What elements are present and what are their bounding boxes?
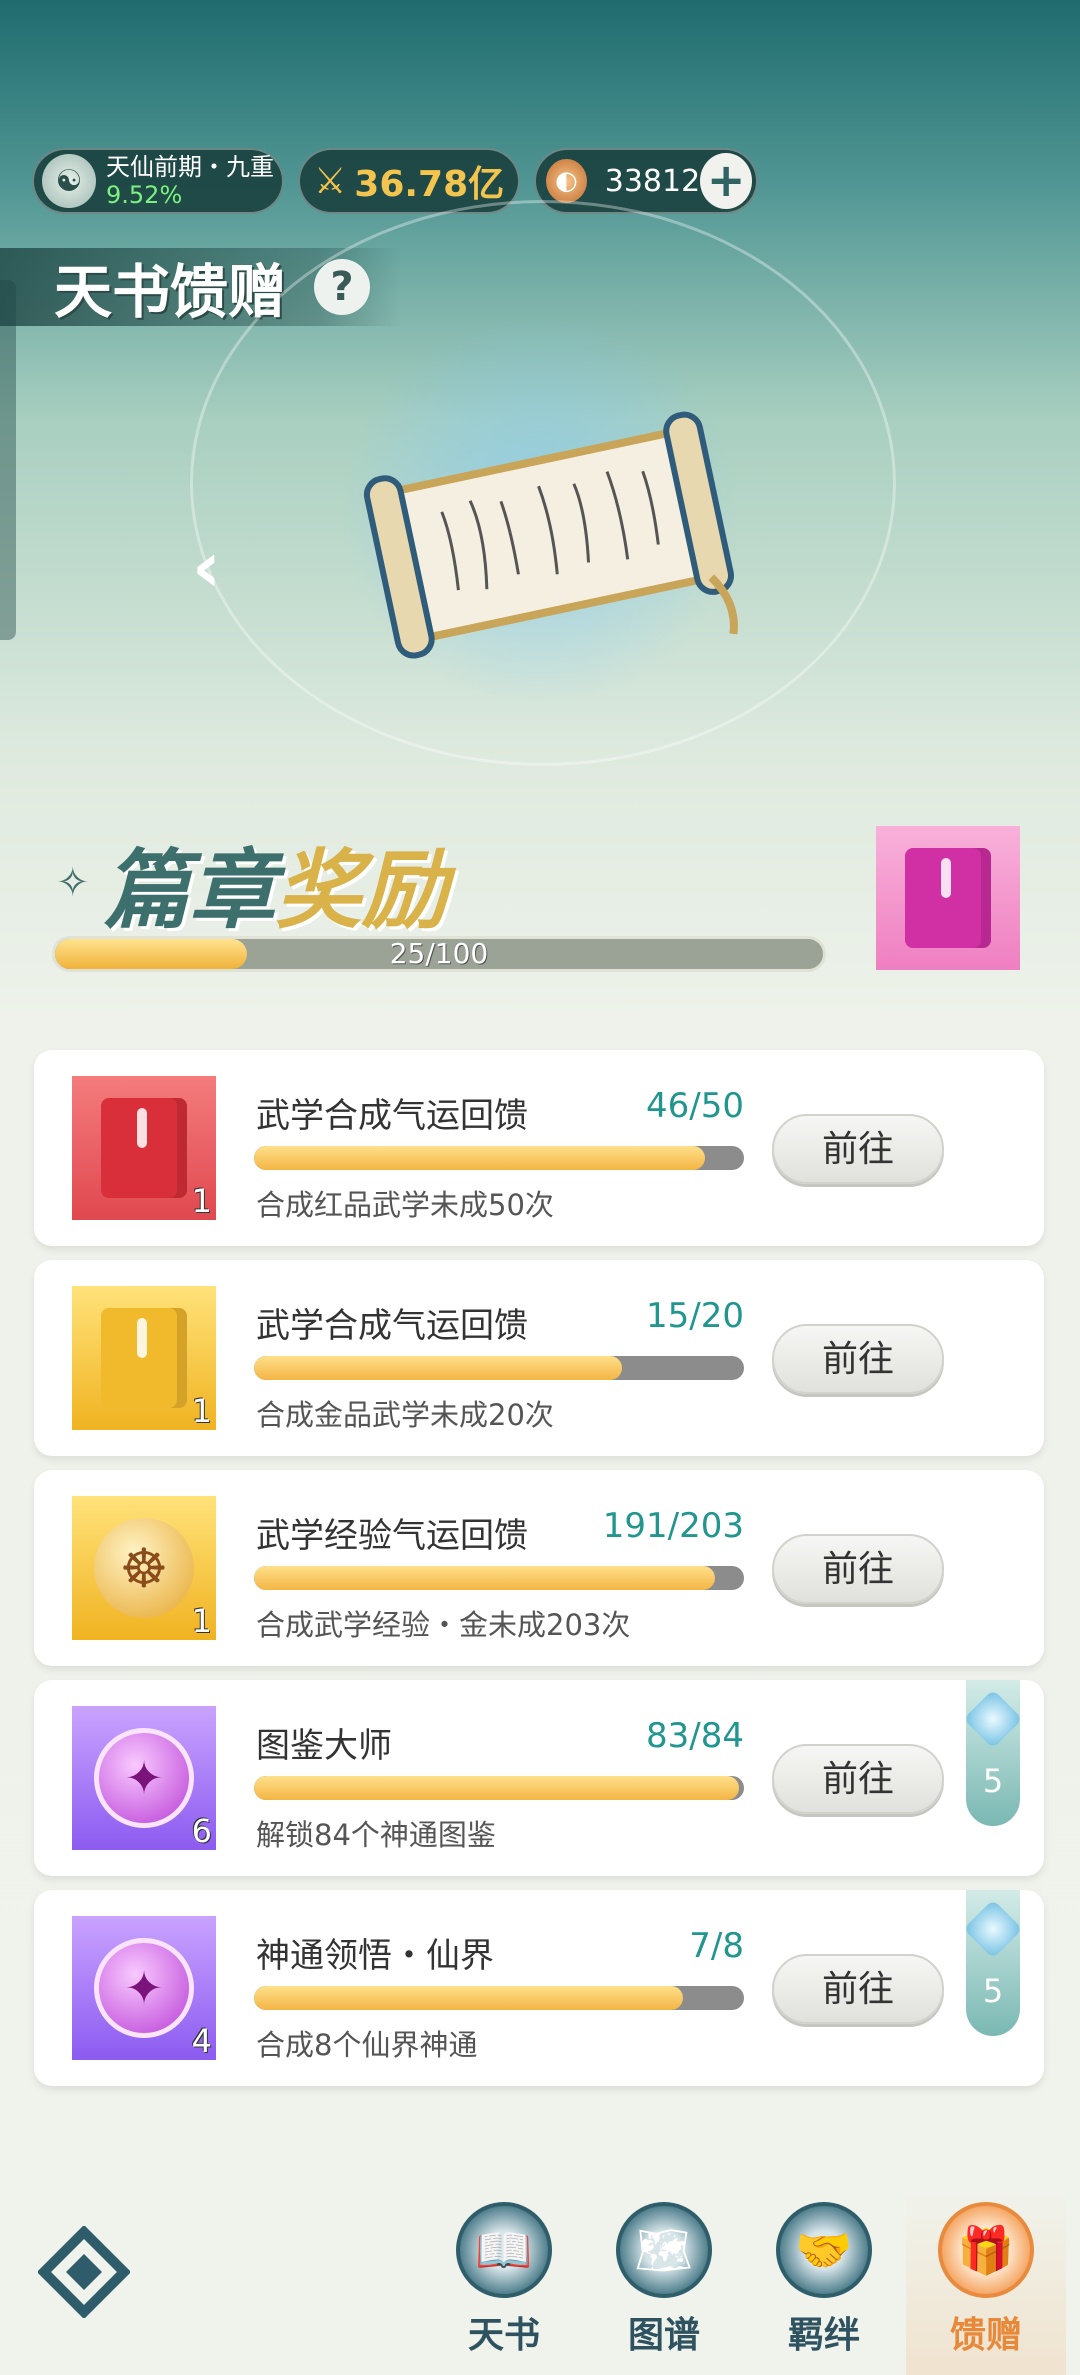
task-progress-bar [254, 1356, 744, 1380]
go-button[interactable]: 前往 [772, 1954, 944, 2024]
chapter-title-part2: 奖励 [275, 841, 448, 941]
go-button[interactable]: 前往 [772, 1744, 944, 1814]
bonus-tag[interactable]: 5 [963, 1680, 1023, 1826]
go-button[interactable]: 前往 [772, 1534, 944, 1604]
purple-orb-icon: ✦ [94, 1728, 194, 1828]
crystal-icon [963, 1689, 1023, 1749]
chapter-reward-title: ✧ 篇章奖励 [56, 820, 448, 945]
crystal-icon [963, 1899, 1023, 1959]
task-card: ✦ 6 图鉴大师 83/84 解锁84个神通图鉴 前往 5 [34, 1680, 1044, 1876]
page-title: 天书馈赠 [54, 258, 287, 326]
task-progress-text: 7/8 [689, 1926, 744, 1966]
task-reward-item[interactable]: 1 [72, 1076, 216, 1220]
scroll-illustration [363, 411, 738, 659]
task-description: 合成红品武学未成50次 [256, 1188, 554, 1222]
go-button[interactable]: 前往 [772, 1324, 944, 1394]
add-currency-button[interactable]: + [700, 153, 752, 209]
reward-count: 6 [191, 1812, 212, 1850]
currency-value: 33812 [604, 163, 701, 199]
reward-count: 1 [191, 1392, 212, 1430]
task-card: 1 武学合成气运回馈 15/20 合成金品武学未成20次 前往 [34, 1260, 1044, 1456]
task-reward-item[interactable]: ✦ 4 [72, 1916, 216, 2060]
task-progress-fill [254, 1776, 740, 1800]
task-name: 神通领悟・仙界 [256, 1936, 494, 1976]
task-progress-text: 83/84 [646, 1716, 744, 1756]
crossed-swords-icon: ⚔ [314, 160, 347, 202]
power-value: 36.78亿 [354, 164, 505, 205]
gold-orb-icon: ☸ [94, 1518, 194, 1618]
task-card: ✦ 4 神通领悟・仙界 7/8 合成8个仙界神通 前往 5 [34, 1890, 1044, 2086]
task-progress-bar [254, 1776, 744, 1800]
task-card: ☸ 1 武学经验气运回馈 191/203 合成武学经验・金未成203次 前往 [34, 1470, 1044, 1666]
tab-tupu[interactable]: 🗺 图谱 [584, 2190, 744, 2375]
task-reward-item[interactable]: 1 [72, 1286, 216, 1430]
bonus-count: 5 [982, 1762, 1004, 1800]
task-progress-fill [254, 1356, 622, 1380]
reward-count: 1 [191, 1602, 212, 1640]
task-progress-fill [254, 1146, 705, 1170]
purple-orb-icon: ✦ [94, 1938, 194, 2038]
task-progress-text: 46/50 [646, 1086, 744, 1126]
task-progress-bar [254, 1146, 744, 1170]
menu-logo-icon[interactable] [38, 2226, 130, 2318]
gold-book-icon [101, 1308, 187, 1408]
sparkle-icon: ✧ [56, 859, 90, 906]
task-reward-item[interactable]: ☸ 1 [72, 1496, 216, 1640]
task-progress-text: 15/20 [646, 1296, 744, 1336]
tab-tianshu[interactable]: 📖 天书 [424, 2190, 584, 2375]
realm-progress: 9.52% [106, 181, 183, 209]
reward-count: 4 [191, 2022, 212, 2060]
side-drawer-handle[interactable] [0, 280, 16, 640]
bonus-count: 5 [982, 1972, 1004, 2010]
previous-arrow-icon[interactable]: ‹ [192, 526, 221, 608]
bonus-tag[interactable]: 5 [963, 1890, 1023, 2036]
task-reward-item[interactable]: ✦ 6 [72, 1706, 216, 1850]
atlas-icon: 🗺 [616, 2202, 712, 2298]
avatar: ☯ [42, 154, 96, 208]
task-description: 合成8个仙界神通 [256, 2028, 478, 2062]
chapter-reward-item[interactable] [876, 826, 1020, 970]
task-name: 武学合成气运回馈 [256, 1306, 528, 1346]
task-progress-bar [254, 1986, 744, 2010]
reward-count: 1 [191, 1182, 212, 1220]
task-description: 解锁84个神通图鉴 [256, 1818, 496, 1852]
task-progress-fill [254, 1566, 715, 1590]
tab-label-tianshu: 天书 [467, 2315, 540, 2356]
coin-icon: ◐ [546, 159, 587, 203]
tab-kuizeng[interactable]: 🎁 馈赠 [906, 2190, 1066, 2375]
tab-label-tupu: 图谱 [627, 2315, 700, 2356]
book-icon: 📖 [456, 2202, 552, 2298]
chapter-title-part1: 篇章 [103, 841, 276, 941]
task-description: 合成武学经验・金未成203次 [256, 1608, 631, 1642]
realm-indicator[interactable]: ☯ 天仙前期・九重 9.52% [32, 148, 284, 214]
realm-name: 天仙前期・九重 [106, 153, 274, 181]
tab-label-jiban: 羁绊 [787, 2315, 860, 2356]
handshake-icon: 🤝 [776, 2202, 872, 2298]
task-description: 合成金品武学未成20次 [256, 1398, 554, 1432]
task-name: 图鉴大师 [256, 1726, 392, 1766]
status-bar: ☯ 天仙前期・九重 9.52% ⚔ 36.78亿 ◐ 33812 + [32, 148, 758, 214]
task-name: 武学经验气运回馈 [256, 1516, 528, 1556]
task-progress-fill [254, 1986, 683, 2010]
task-progress-bar [254, 1566, 744, 1590]
chapter-progress-label: 25/100 [389, 937, 489, 970]
go-button[interactable]: 前往 [772, 1114, 944, 1184]
gift-bag-icon: 🎁 [938, 2202, 1034, 2298]
tab-label-kuizeng: 馈赠 [949, 2315, 1022, 2356]
pink-book-icon [905, 848, 991, 948]
red-book-icon [101, 1098, 187, 1198]
task-progress-text: 191/203 [602, 1506, 744, 1546]
tab-jiban[interactable]: 🤝 羁绊 [744, 2190, 904, 2375]
task-name: 武学合成气运回馈 [256, 1096, 528, 1136]
task-card: 1 武学合成气运回馈 46/50 合成红品武学未成50次 前往 [34, 1050, 1044, 1246]
chapter-progress-bar: 25/100 [52, 936, 826, 972]
